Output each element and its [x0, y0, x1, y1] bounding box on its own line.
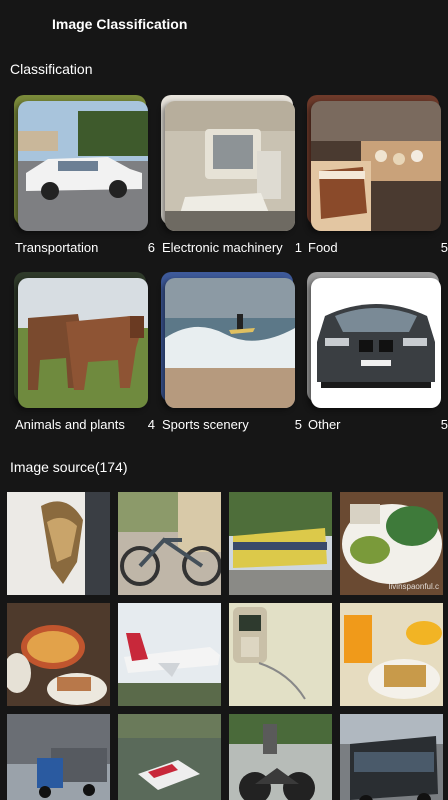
bicycle-photo[interactable]: [118, 492, 221, 595]
album-thumbnail: [305, 95, 441, 231]
category-label: Transportation: [15, 240, 99, 255]
category-sports-scenery[interactable]: Sports scenery 5: [159, 272, 302, 447]
car-photo: [18, 101, 148, 231]
bird-photo[interactable]: [7, 492, 110, 595]
category-electronic-machinery[interactable]: Electronic machinery 1: [159, 95, 302, 270]
classification-heading: Classification: [10, 61, 93, 77]
computer-photo: [165, 101, 295, 231]
watermark-text: livinspaonful.c: [388, 582, 439, 591]
cake-photo: [311, 101, 441, 231]
category-count: 1: [294, 240, 302, 255]
bus-photo[interactable]: [340, 714, 443, 800]
album-thumbnail: [12, 95, 148, 231]
category-label: Animals and plants: [15, 417, 125, 432]
truck-photo[interactable]: [7, 714, 110, 800]
phone-photo[interactable]: [229, 603, 332, 706]
category-label: Other: [308, 417, 341, 432]
category-transportation[interactable]: Transportation 6: [12, 95, 155, 270]
app-title: Image Classification: [52, 16, 188, 32]
album-thumbnail: [12, 272, 148, 408]
airplane-photo[interactable]: [118, 603, 221, 706]
category-label: Electronic machinery: [162, 240, 283, 255]
motorcycle-photo[interactable]: [229, 714, 332, 800]
album-thumbnail: [159, 95, 295, 231]
salad-plate-photo[interactable]: livinspaonful.c: [340, 492, 443, 595]
bmw-photo: [311, 278, 441, 408]
category-other[interactable]: Other 5: [305, 272, 448, 447]
pizza-table-photo[interactable]: [7, 603, 110, 706]
album-thumbnail: [305, 272, 441, 408]
category-count: 5: [440, 417, 448, 432]
category-label: Sports scenery: [162, 417, 249, 432]
category-count: 4: [147, 417, 155, 432]
category-count: 5: [294, 417, 302, 432]
category-animals-and-plants[interactable]: Animals and plants 4: [12, 272, 155, 447]
juice-breakfast-photo[interactable]: [340, 603, 443, 706]
category-count: 5: [440, 240, 448, 255]
horses-photo: [18, 278, 148, 408]
category-food[interactable]: Food 5: [305, 95, 448, 270]
album-thumbnail: [159, 272, 295, 408]
top-bar: Image Classification: [0, 0, 448, 48]
category-label: Food: [308, 240, 338, 255]
category-count: 6: [147, 240, 155, 255]
image-source-heading: Image source(174): [10, 459, 128, 475]
surfer-photo: [165, 278, 295, 408]
train-photo[interactable]: [229, 492, 332, 595]
flooded-car-photo[interactable]: [118, 714, 221, 800]
